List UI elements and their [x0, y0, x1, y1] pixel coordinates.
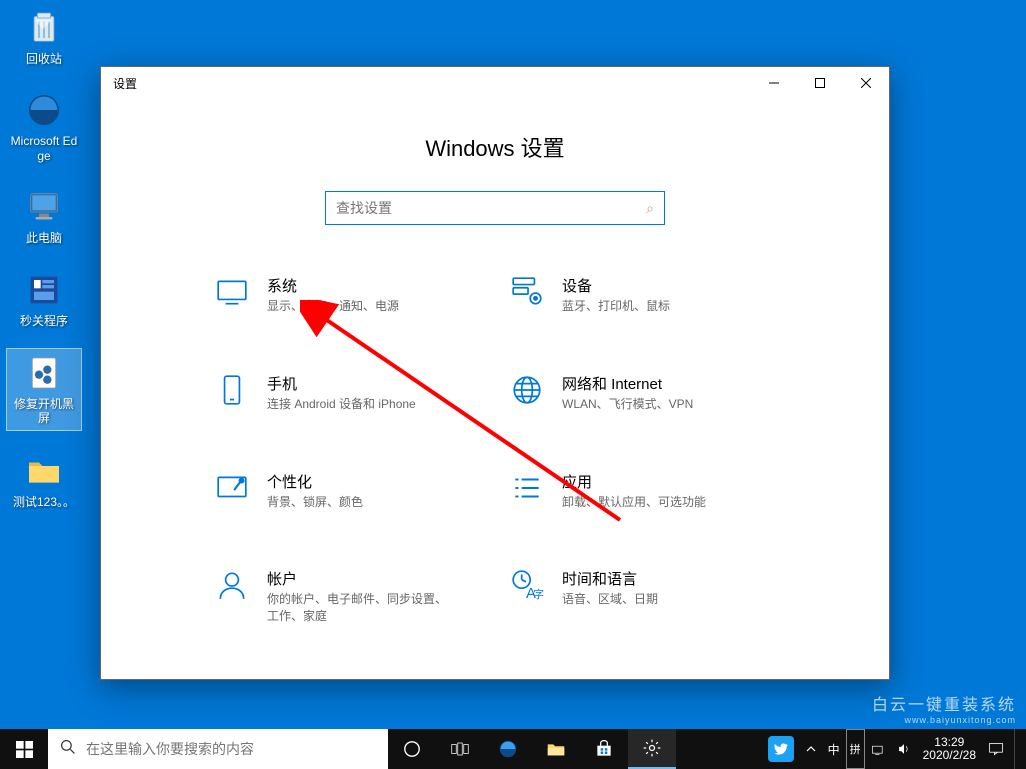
computer-icon [24, 187, 64, 227]
category-desc: 显示、声音、通知、电源 [267, 298, 399, 315]
tray-chevron-up[interactable] [800, 729, 822, 769]
taskbar: 中 拼 13:29 2020/2/28 [0, 729, 1026, 769]
desktop-icon-kill-app[interactable]: 秒关程序 [6, 266, 82, 332]
desktop-icon-label: 修复开机黑屏 [9, 397, 79, 426]
category-desc: WLAN、飞行模式、VPN [562, 396, 693, 413]
category-desc: 卸载、默认应用、可选功能 [562, 494, 706, 511]
category-desc: 你的帐户、电子邮件、同步设置、工作、家庭 [267, 591, 447, 625]
bat-file-icon [24, 353, 64, 393]
taskbar-cortana[interactable] [388, 729, 436, 769]
taskbar-pinned-apps [388, 729, 676, 769]
tray-network-icon[interactable] [865, 729, 891, 769]
tray-clock[interactable]: 13:29 2020/2/28 [917, 729, 982, 769]
close-button[interactable] [843, 67, 889, 99]
desktop-icon-this-pc[interactable]: 此电脑 [6, 183, 82, 249]
desktop-icon-label: 测试123。。 [13, 495, 75, 509]
tray-ime-lang[interactable]: 中 [822, 729, 846, 769]
desktop-icon-test-folder[interactable]: 测试123。。 [6, 447, 82, 513]
devices-icon [510, 275, 544, 309]
category-title: 应用 [562, 471, 706, 492]
category-title: 帐户 [267, 568, 447, 589]
category-desc: 蓝牙、打印机、鼠标 [562, 298, 670, 315]
settings-category-phone[interactable]: 手机 连接 Android 设备和 iPhone [215, 373, 480, 413]
show-desktop-button[interactable] [1014, 729, 1020, 769]
time-language-icon: A字 [510, 568, 544, 602]
tray-volume-icon[interactable] [891, 729, 917, 769]
edge-icon [24, 90, 64, 130]
display-icon [215, 275, 249, 309]
category-desc: 连接 Android 设备和 iPhone [267, 396, 416, 413]
phone-icon [215, 373, 249, 407]
desktop-icon-label: 秒关程序 [20, 314, 68, 328]
apps-icon [510, 471, 544, 505]
desktop-icon-label: 回收站 [26, 52, 62, 66]
taskbar-search-input[interactable] [86, 741, 376, 757]
taskbar-store[interactable] [580, 729, 628, 769]
settings-search-box[interactable]: ⌕ [325, 191, 665, 225]
start-button[interactable] [0, 729, 48, 769]
category-title: 网络和 Internet [562, 373, 693, 394]
category-title: 系统 [267, 275, 399, 296]
tray-action-center[interactable] [982, 729, 1010, 769]
maximize-button[interactable] [797, 67, 843, 99]
paintbrush-icon [215, 471, 249, 505]
settings-page-title: Windows 设置 [425, 131, 564, 163]
settings-category-apps[interactable]: 应用 卸载、默认应用、可选功能 [510, 471, 775, 511]
person-icon [215, 568, 249, 602]
settings-category-personalization[interactable]: 个性化 背景、锁屏、颜色 [215, 471, 480, 511]
settings-category-accounts[interactable]: 帐户 你的帐户、电子邮件、同步设置、工作、家庭 [215, 568, 480, 625]
settings-category-network[interactable]: 网络和 Internet WLAN、飞行模式、VPN [510, 373, 775, 413]
settings-window: 设置 Windows 设置 ⌕ 系统 显示、声音、通知、电源 [100, 66, 890, 680]
category-title: 时间和语言 [562, 568, 658, 589]
desktop-icon-recycle-bin[interactable]: 回收站 [6, 4, 82, 70]
taskbar-settings[interactable] [628, 729, 676, 769]
desktop-icon-label: 此电脑 [26, 231, 62, 245]
desktop-icon-edge[interactable]: Microsoft Edge [6, 86, 82, 167]
settings-category-system[interactable]: 系统 显示、声音、通知、电源 [215, 275, 480, 315]
desktop-icon-label: Microsoft Edge [8, 134, 80, 163]
tray-ime-input[interactable]: 拼 [846, 729, 865, 769]
globe-icon [510, 373, 544, 407]
category-title: 手机 [267, 373, 416, 394]
tray-twitter[interactable] [768, 736, 794, 762]
category-title: 设备 [562, 275, 670, 296]
window-titlebar[interactable]: 设置 [101, 67, 889, 99]
taskbar-file-explorer[interactable] [532, 729, 580, 769]
svg-text:字: 字 [533, 588, 544, 601]
system-tray: 中 拼 13:29 2020/2/28 [768, 729, 1026, 769]
windows-logo-icon [16, 741, 33, 758]
taskbar-edge[interactable] [484, 729, 532, 769]
settings-search-input[interactable] [336, 200, 646, 216]
minimize-button[interactable] [751, 67, 797, 99]
folder-icon [24, 451, 64, 491]
category-desc: 背景、锁屏、颜色 [267, 494, 363, 511]
settings-category-devices[interactable]: 设备 蓝牙、打印机、鼠标 [510, 275, 775, 315]
taskbar-task-view[interactable] [436, 729, 484, 769]
category-desc: 语音、区域、日期 [562, 591, 658, 608]
recycle-bin-icon [24, 8, 64, 48]
app-icon [24, 270, 64, 310]
desktop-icon-fix-blackscreen[interactable]: 修复开机黑屏 [6, 348, 82, 431]
search-icon [60, 739, 76, 760]
taskbar-search-box[interactable] [48, 729, 388, 769]
category-title: 个性化 [267, 471, 363, 492]
settings-category-time-language[interactable]: A字 时间和语言 语音、区域、日期 [510, 568, 775, 625]
window-title: 设置 [113, 75, 137, 92]
search-icon: ⌕ [646, 200, 654, 217]
